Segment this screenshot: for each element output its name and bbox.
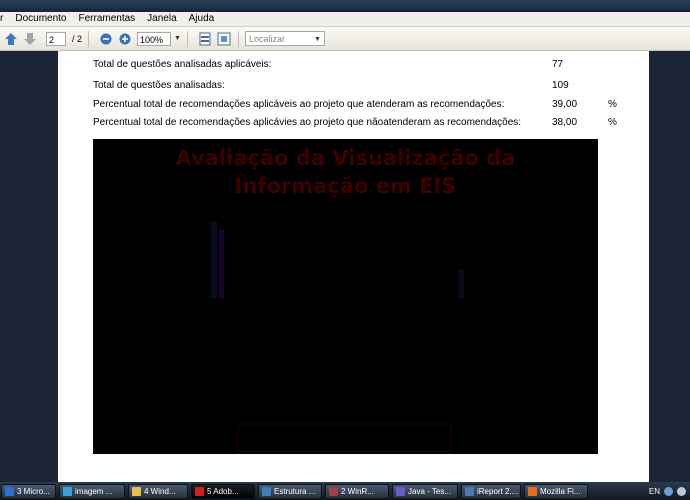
stat-unit-percent-met: % bbox=[608, 99, 617, 110]
taskbar-item-active[interactable]: 5 Adob... bbox=[191, 483, 255, 499]
search-input[interactable]: Localizar ▼ bbox=[244, 31, 325, 47]
taskbar-app-icon bbox=[262, 486, 271, 496]
zoom-out-icon[interactable] bbox=[98, 31, 114, 47]
taskbar-item-label: Java - Tes... bbox=[408, 486, 451, 496]
faint-legend-box bbox=[237, 423, 452, 453]
taskbar-item[interactable]: 3 Micro... bbox=[1, 483, 56, 499]
stat-unit-percent-not-met: % bbox=[608, 117, 617, 128]
taskbar-app-icon bbox=[63, 486, 72, 496]
taskbar-item[interactable]: imagem ... bbox=[59, 483, 125, 499]
toolbar-separator bbox=[88, 30, 90, 47]
stat-label-applicable-questions: Total de questões analisadas aplicáveis: bbox=[93, 59, 272, 70]
stat-value-applicable-questions: 77 bbox=[552, 59, 564, 70]
taskbar-item-label: iReport 2.... bbox=[477, 486, 519, 496]
stat-value-total-questions: 109 bbox=[552, 80, 569, 91]
menu-bar: r Documento Ferramentas Janela Ajuda bbox=[0, 12, 690, 27]
stat-value-percent-not-met: 38,00 bbox=[552, 117, 578, 128]
taskbar-app-icon bbox=[528, 486, 537, 496]
taskbar-app-icon bbox=[5, 486, 14, 496]
chart-image: Avaliação da Visualização da Informação … bbox=[93, 139, 598, 454]
taskbar-item[interactable]: Estrutura ... bbox=[258, 483, 322, 499]
taskbar: 3 Micro... imagem ... 4 Wind... 5 Adob..… bbox=[0, 482, 690, 500]
stat-label-percent-met: Percentual total de recomendações aplicá… bbox=[93, 99, 505, 110]
window-title-strip bbox=[0, 0, 690, 12]
faint-bar bbox=[219, 229, 224, 299]
stat-value-percent-met: 39,00 bbox=[552, 99, 578, 110]
taskbar-app-icon bbox=[465, 486, 474, 496]
toolbar-separator bbox=[237, 30, 239, 47]
network-icon[interactable] bbox=[664, 486, 673, 496]
taskbar-app-icon bbox=[396, 486, 405, 496]
menu-item-tools[interactable]: Ferramentas bbox=[72, 12, 141, 26]
page-total-label: / 2 bbox=[72, 33, 83, 44]
zoom-in-icon[interactable] bbox=[117, 31, 133, 47]
pdf-page: Total de questões analisadas aplicáveis:… bbox=[58, 51, 649, 482]
volume-icon[interactable] bbox=[677, 486, 686, 496]
fit-width-icon[interactable] bbox=[197, 31, 213, 47]
menu-item-document[interactable]: Documento bbox=[9, 12, 72, 26]
page-number-input[interactable]: 2 bbox=[46, 31, 66, 46]
previous-page-icon[interactable] bbox=[3, 31, 19, 47]
menu-item-window[interactable]: Janela bbox=[141, 12, 182, 26]
taskbar-item[interactable]: Java - Tes... bbox=[392, 483, 458, 499]
toolbar-separator bbox=[186, 30, 188, 47]
taskbar-item-label: 4 Wind... bbox=[144, 486, 176, 496]
taskbar-app-icon bbox=[132, 486, 141, 496]
taskbar-item-label: 2 WinR... bbox=[341, 486, 374, 496]
language-indicator[interactable]: EN bbox=[649, 487, 660, 496]
taskbar-item-label: Mozilla Fi... bbox=[540, 486, 581, 496]
document-viewport[interactable]: Total de questões analisadas aplicáveis:… bbox=[0, 51, 690, 482]
stat-label-total-questions: Total de questões analisadas: bbox=[93, 80, 225, 91]
zoom-dropdown-arrow-icon[interactable]: ▼ bbox=[174, 35, 181, 42]
zoom-level-field[interactable]: 100% bbox=[137, 31, 172, 46]
taskbar-app-icon bbox=[329, 486, 338, 496]
faint-bar bbox=[458, 269, 464, 299]
search-dropdown-arrow-icon[interactable]: ▼ bbox=[314, 32, 321, 47]
taskbar-item-label: imagem ... bbox=[75, 486, 113, 496]
taskbar-item[interactable]: 4 Wind... bbox=[128, 483, 188, 499]
taskbar-item[interactable]: Mozilla Fi... bbox=[524, 483, 588, 499]
taskbar-item-label: Estrutura ... bbox=[274, 486, 316, 496]
taskbar-item[interactable]: 2 WinR... bbox=[325, 483, 389, 499]
faint-bar bbox=[211, 221, 217, 299]
chart-plot-shadow bbox=[211, 221, 464, 453]
next-page-icon[interactable] bbox=[22, 31, 38, 47]
taskbar-item[interactable]: iReport 2.... bbox=[461, 483, 521, 499]
stat-label-percent-not-met: Percentual total de recomendações aplicá… bbox=[93, 117, 522, 128]
fit-page-icon[interactable] bbox=[216, 31, 232, 47]
taskbar-item-label: 5 Adob... bbox=[207, 486, 239, 496]
search-placeholder: Localizar bbox=[248, 34, 285, 44]
toolbar: 2 / 2 100% ▼ Localizar ▼ bbox=[0, 27, 690, 51]
menu-item-view[interactable]: r bbox=[0, 12, 9, 26]
menu-item-help[interactable]: Ajuda bbox=[183, 12, 221, 26]
taskbar-item-label: 3 Micro... bbox=[17, 486, 50, 496]
system-tray: EN bbox=[649, 486, 690, 496]
taskbar-app-icon bbox=[195, 486, 204, 496]
